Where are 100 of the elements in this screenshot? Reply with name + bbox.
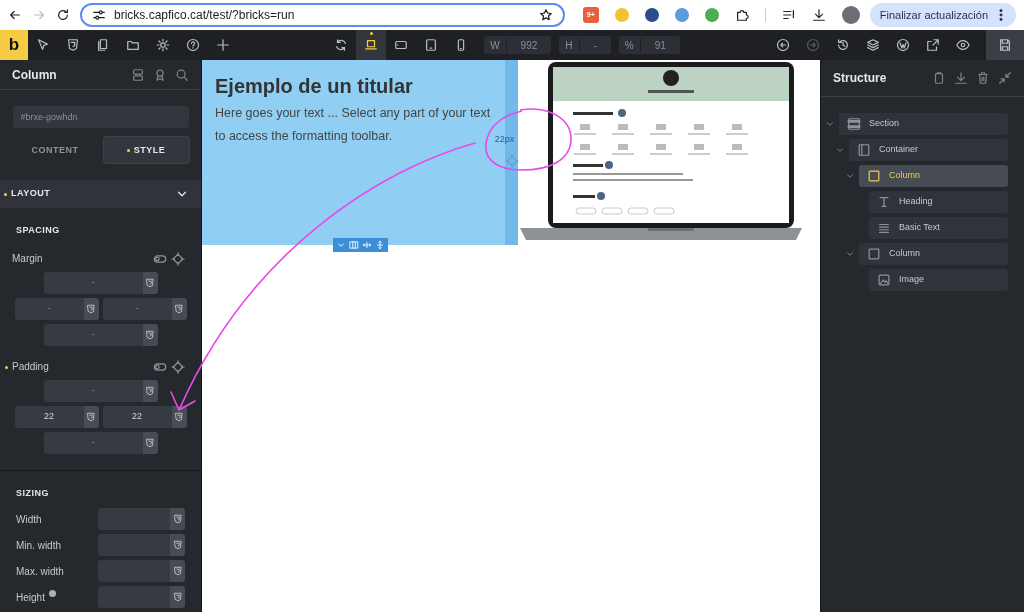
dimension-field[interactable]: H - (559, 36, 611, 54)
cursor-icon[interactable] (36, 38, 50, 52)
puzzle-icon[interactable] (734, 8, 749, 22)
shield-icon[interactable] (172, 592, 183, 602)
move-horizontal-icon[interactable] (362, 240, 372, 250)
input-field[interactable]: - (43, 431, 143, 454)
shield-icon[interactable] (174, 411, 184, 422)
input-field[interactable]: - (43, 271, 143, 294)
help-icon[interactable] (186, 38, 200, 52)
input-field[interactable]: - (14, 297, 84, 320)
wordpress-icon[interactable] (896, 38, 910, 52)
save-icon[interactable] (998, 38, 1012, 52)
heading-text: Ejemplo de un titular (215, 74, 414, 98)
section-header[interactable]: LAYOUT (0, 180, 201, 209)
stacked-blocks-icon[interactable] (131, 67, 145, 82)
structure-item[interactable]: Section (839, 113, 1008, 135)
back-arrow-icon[interactable] (8, 8, 22, 22)
badge-ribbon-icon[interactable] (153, 67, 167, 82)
panel-title: Column (12, 66, 58, 84)
shield-icon[interactable] (145, 437, 155, 448)
search-icon[interactable] (175, 67, 189, 82)
laptop-icon[interactable] (356, 30, 387, 60)
panel-tab[interactable]: STYLE (102, 136, 190, 165)
pages-icon[interactable] (96, 38, 110, 52)
folder-icon[interactable] (126, 38, 140, 52)
columns-icon[interactable] (349, 240, 359, 250)
field-label: Margin (12, 252, 44, 267)
unit-button[interactable] (170, 534, 185, 556)
structure-item[interactable]: Heading (869, 191, 1008, 213)
crosshair-icon[interactable] (171, 359, 185, 374)
structure-item[interactable]: Column (859, 243, 1008, 265)
unit-button[interactable] (170, 586, 185, 608)
field-label: Min. width (16, 538, 61, 553)
crosshair-icon[interactable] (171, 251, 185, 266)
crosshair-icon[interactable] (504, 154, 519, 168)
laptop-icon[interactable] (364, 38, 379, 52)
css-id-field[interactable]: #brxe-gowhdn (12, 106, 189, 129)
tablet-landscape-icon[interactable] (394, 38, 409, 52)
shield-icon[interactable] (172, 540, 183, 550)
structure-item[interactable]: Image (869, 269, 1008, 291)
eye-icon[interactable] (956, 38, 970, 52)
extension-icon[interactable] (644, 8, 659, 22)
history-icon[interactable] (836, 38, 850, 52)
panel-title: Structure (833, 70, 888, 87)
field-label: Height (16, 590, 45, 605)
padding-label: 22px (494, 132, 515, 146)
avatar-circle[interactable] (841, 6, 860, 24)
section-heading: SPACING (15, 224, 61, 238)
input-field[interactable]: - (43, 323, 143, 346)
input-field[interactable] (98, 534, 170, 556)
update-button[interactable]: Finalizar actualización (869, 3, 1016, 27)
input-field[interactable] (98, 508, 170, 530)
shield-icon[interactable] (145, 277, 155, 288)
shield-icon[interactable] (145, 329, 155, 340)
sliders-icon[interactable] (92, 8, 106, 22)
star-icon[interactable] (538, 8, 553, 22)
panel-tab[interactable]: CONTENT (11, 136, 99, 165)
info-icon[interactable] (48, 589, 56, 597)
text-t-icon (877, 195, 891, 209)
structure-item[interactable]: Basic Text (869, 217, 1008, 239)
logo[interactable]: b (0, 30, 28, 60)
input-field[interactable]: - (43, 379, 143, 402)
input-field[interactable]: - (102, 297, 172, 320)
undo-icon[interactable] (776, 38, 790, 52)
shield-icon[interactable] (66, 38, 80, 52)
settings-icon[interactable] (156, 38, 170, 52)
input-field[interactable] (98, 560, 170, 582)
section-heading: SIZING (15, 486, 50, 500)
reload-icon[interactable] (56, 8, 70, 22)
shield-icon[interactable] (174, 303, 184, 314)
plus-icon[interactable] (216, 38, 230, 52)
section-icon (847, 117, 861, 131)
playlist-icon[interactable] (781, 8, 796, 22)
shield-icon[interactable] (145, 385, 155, 396)
input-field[interactable]: 22 (14, 405, 84, 428)
input-field[interactable]: 22 (102, 405, 172, 428)
square-icon (867, 247, 881, 261)
shield-icon[interactable] (172, 514, 183, 524)
shield-icon[interactable] (172, 566, 183, 576)
structure-item[interactable]: Container (849, 139, 1008, 161)
external-link-icon[interactable] (926, 38, 940, 52)
text-lines-icon (877, 221, 891, 235)
dimension-field[interactable]: % 91 (618, 36, 680, 54)
download-icon[interactable] (811, 8, 826, 22)
shield-icon[interactable] (86, 303, 96, 314)
collapse-icon[interactable] (998, 71, 1012, 85)
refresh-icon[interactable] (334, 38, 349, 52)
input-field[interactable] (98, 586, 170, 608)
trash-icon[interactable] (976, 71, 990, 85)
shield-icon[interactable] (86, 411, 96, 422)
unit-button[interactable] (170, 508, 185, 530)
move-vertical-icon[interactable] (375, 240, 385, 250)
save-button[interactable] (986, 30, 1024, 60)
tablet-icon[interactable] (424, 38, 439, 52)
clipboard-icon[interactable] (932, 71, 946, 85)
dimension-field[interactable]: W 992 (484, 36, 552, 54)
structure-item[interactable]: Column (859, 165, 1008, 187)
layers-icon[interactable] (866, 38, 880, 52)
field-label: Padding (5, 359, 153, 375)
unit-button[interactable] (170, 560, 185, 582)
